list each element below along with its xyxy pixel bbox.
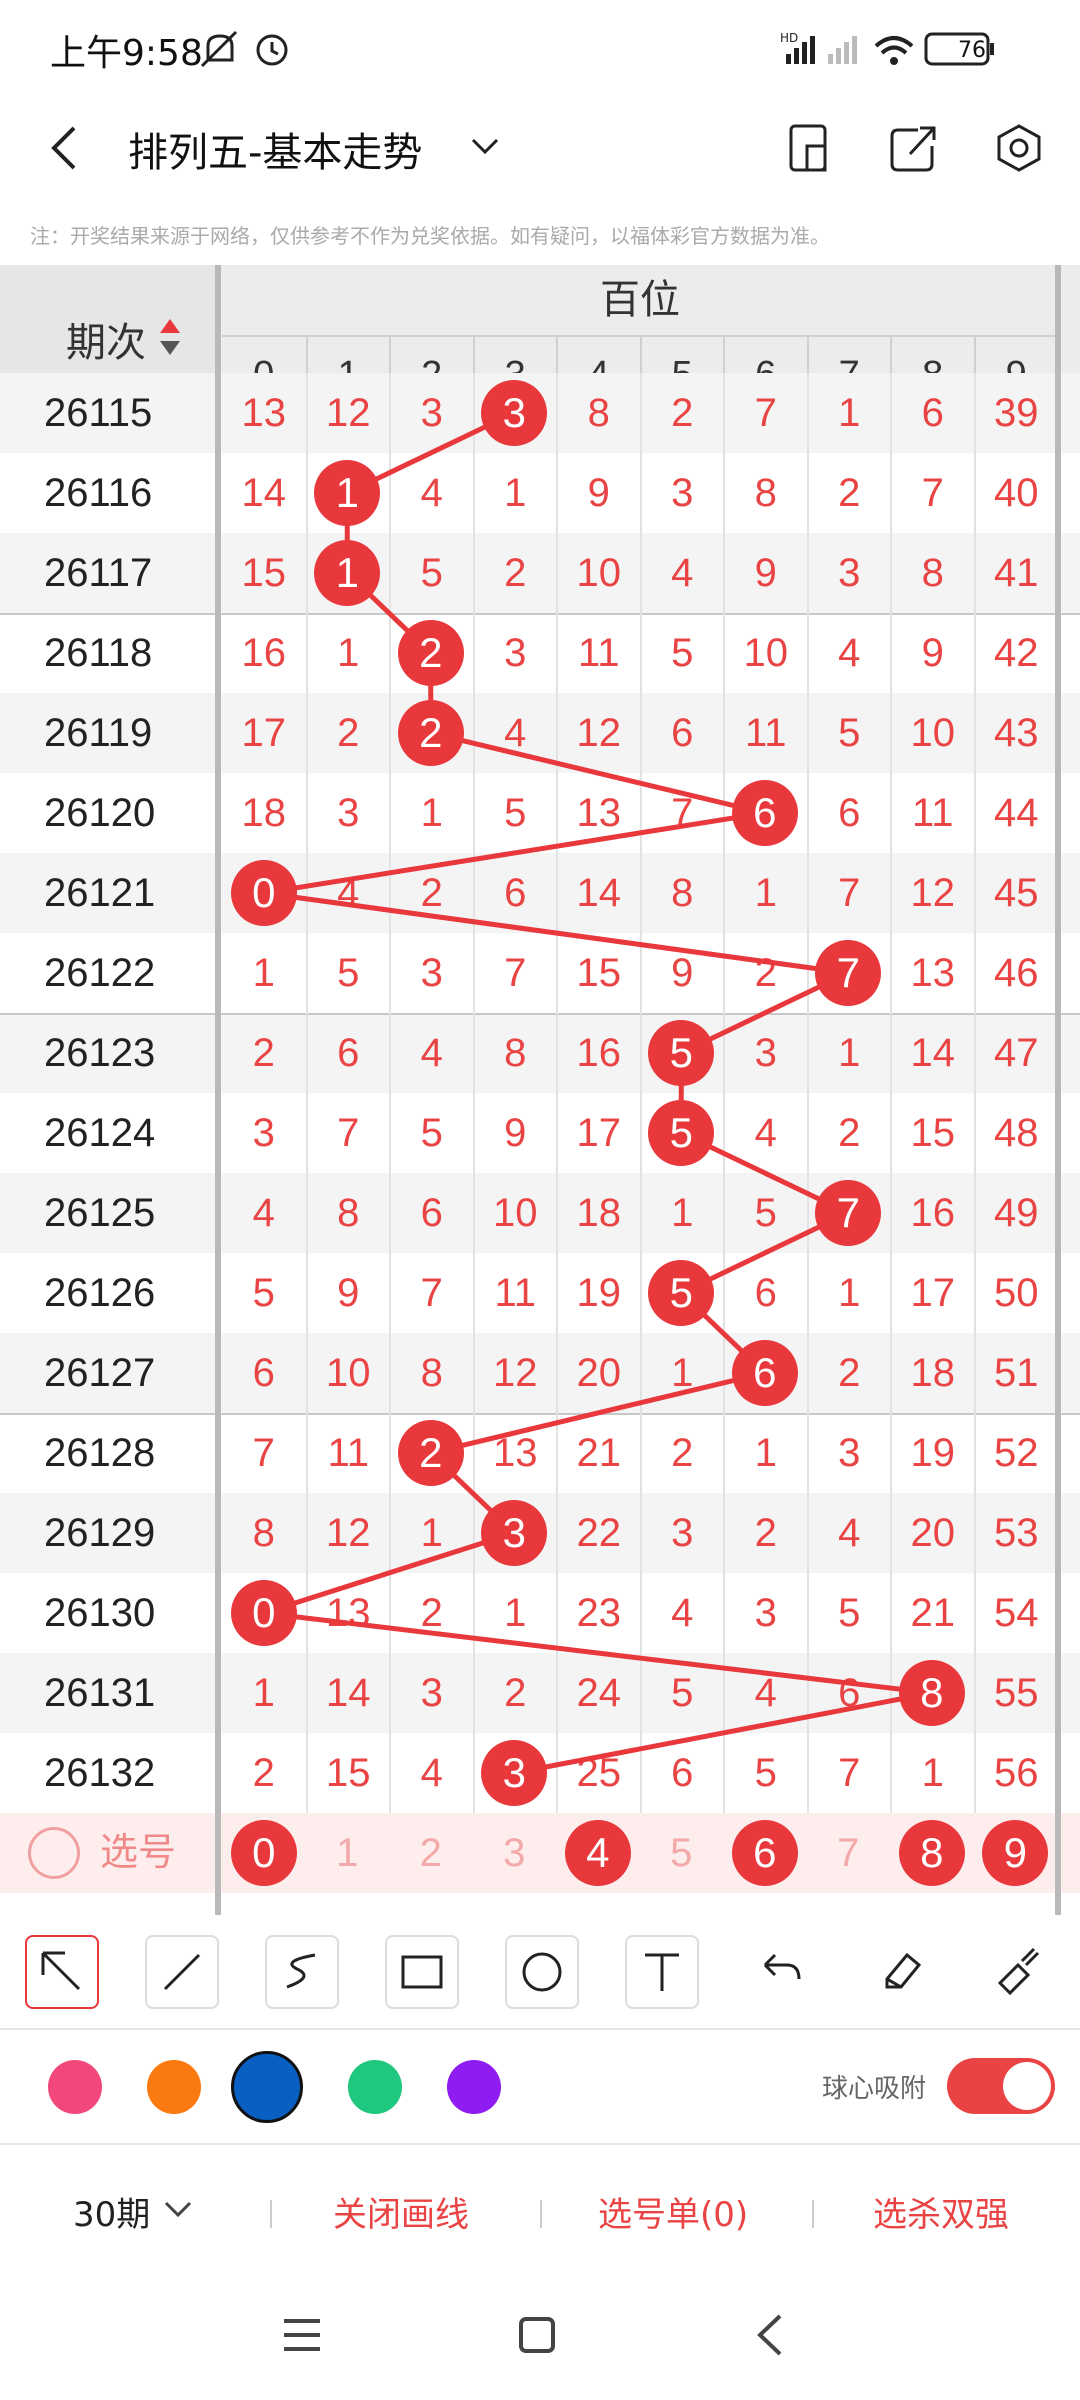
hit-ball[interactable]: 5: [648, 1260, 715, 1326]
hit-ball[interactable]: 6: [731, 780, 798, 846]
hit-ball[interactable]: 0: [230, 860, 297, 926]
divider: [540, 2200, 542, 2228]
color-swatch[interactable]: [447, 2060, 501, 2114]
period-chevron-icon[interactable]: [160, 2197, 196, 2223]
trend-line-segment: [263, 1610, 933, 1696]
select-digit-9[interactable]: 9: [982, 1820, 1049, 1886]
trend-line-segment: [513, 1690, 933, 1776]
color-swatch[interactable]: [147, 2060, 201, 2114]
hit-ball[interactable]: 2: [397, 1420, 464, 1486]
select-digit-6[interactable]: 6: [731, 1820, 798, 1886]
hit-ball[interactable]: 7: [815, 1180, 882, 1246]
eraser-icon: [885, 1952, 922, 1989]
hit-ball[interactable]: 6: [731, 1340, 798, 1406]
hit-ball[interactable]: 5: [648, 1100, 715, 1166]
undo-button[interactable]: [745, 1935, 819, 2009]
rectangle-tool-icon: [401, 1955, 443, 1989]
trend-line-segment: [262, 1530, 516, 1616]
period-select[interactable]: 30期: [73, 2187, 150, 2236]
select-all-radio[interactable]: [28, 1827, 80, 1879]
hit-ball[interactable]: 0: [230, 1580, 297, 1646]
drawing-toolbar: [0, 1915, 1080, 2030]
select-digit-1[interactable]: 1: [306, 1813, 390, 1893]
alarm-icon: [256, 34, 288, 66]
clear-brush-button[interactable]: [982, 1935, 1056, 2009]
trend-table: 期次 百位 0123456789 26115131233827163926116…: [0, 265, 1080, 1915]
select-digit-0[interactable]: 0: [230, 1820, 297, 1886]
rectangle-tool-button[interactable]: [385, 1935, 459, 2009]
hd-label: HD: [780, 31, 798, 45]
undo-icon: [763, 1953, 801, 1980]
color-swatch[interactable]: [348, 2060, 402, 2114]
hit-ball[interactable]: 1: [314, 460, 381, 526]
column-divider-right: [1055, 265, 1061, 1915]
status-time: 上午9:58: [50, 33, 203, 74]
status-icons-left: [200, 30, 288, 68]
system-nav-bar: [0, 2270, 1080, 2400]
hit-ball[interactable]: 3: [481, 380, 548, 446]
select-row-label: 选号: [100, 1832, 177, 1874]
signal-icon-secondary: [828, 36, 857, 64]
trend-line-segment: [263, 890, 849, 976]
text-tool-button[interactable]: [625, 1935, 699, 2009]
hit-ball[interactable]: 2: [397, 620, 464, 686]
hit-ball[interactable]: 7: [815, 940, 882, 1006]
trend-line-segment: [263, 810, 766, 896]
text-tool-icon: [645, 1953, 679, 1991]
line-tool-icon: [163, 1953, 201, 1991]
share-icon[interactable]: [888, 122, 940, 174]
page-title[interactable]: 排列五-基本走势: [128, 120, 422, 178]
mute-icon: [200, 30, 238, 68]
hit-ball[interactable]: 5: [648, 1020, 715, 1086]
close-lines-button[interactable]: 关闭画线: [333, 2187, 469, 2236]
nav-back-icon[interactable]: [752, 2312, 788, 2358]
curve-tool-button[interactable]: [265, 1935, 339, 2009]
color-palette: 球心吸附: [0, 2030, 1080, 2145]
top-bar: 排列五-基本走势: [0, 100, 1080, 195]
hit-ball[interactable]: 3: [481, 1500, 548, 1566]
settings-hex-icon[interactable]: [993, 122, 1045, 174]
circle-tool-button[interactable]: [505, 1935, 579, 2009]
circle-tool-icon: [522, 1952, 562, 1992]
snap-label: 球心吸附: [822, 2074, 927, 2104]
kill-double-button[interactable]: 选杀双强: [873, 2187, 1009, 2236]
hit-ball[interactable]: 1: [314, 540, 381, 606]
battery-level: 76: [958, 38, 986, 63]
curve-tool-icon: [286, 1953, 316, 1989]
trend-line-segment: [430, 1370, 766, 1456]
divider: [270, 2200, 272, 2228]
select-digit-2[interactable]: 2: [389, 1813, 473, 1893]
chevron-down-icon[interactable]: [465, 130, 505, 164]
home-icon[interactable]: [517, 2315, 557, 2355]
select-digit-8[interactable]: 8: [898, 1820, 965, 1886]
phone-layout-icon[interactable]: [785, 122, 833, 174]
selection-list-button[interactable]: 选号单(0): [598, 2187, 748, 2236]
eraser-button[interactable]: [865, 1935, 939, 2009]
status-bar: 上午9:58 HD 76: [0, 0, 1080, 100]
select-digit-5[interactable]: 5: [640, 1813, 724, 1893]
select-digit-7[interactable]: 7: [807, 1813, 891, 1893]
divider: [812, 2200, 814, 2228]
wifi-icon: [874, 36, 914, 65]
snap-toggle[interactable]: [947, 2058, 1055, 2114]
column-divider-left: [215, 265, 221, 1915]
line-tool-button[interactable]: [145, 1935, 219, 2009]
bottom-action-bar: 30期 关闭画线 选号单(0) 选杀双强: [0, 2145, 1080, 2265]
select-arrow-button[interactable]: [25, 1935, 99, 2009]
hit-ball[interactable]: 2: [397, 700, 464, 766]
snap-toggle-knob: [1003, 2062, 1051, 2110]
menu-icon[interactable]: [280, 2315, 324, 2355]
disclaimer-notice: 注：开奖结果来源于网络，仅供参考不作为兑奖依据。如有疑问，以福体彩官方数据为准。: [30, 224, 830, 248]
hit-ball[interactable]: 3: [481, 1740, 548, 1806]
select-digit-4[interactable]: 4: [564, 1820, 631, 1886]
hit-ball[interactable]: 8: [898, 1660, 965, 1726]
color-swatch[interactable]: [231, 2051, 303, 2123]
clear-brush-icon: [997, 1947, 1040, 1996]
select-arrow-icon: [41, 1951, 81, 1991]
back-arrow-icon[interactable]: [40, 120, 90, 176]
select-digit-3[interactable]: 3: [473, 1813, 557, 1893]
color-swatch[interactable]: [48, 2060, 102, 2114]
trend-line-segment: [430, 730, 766, 816]
